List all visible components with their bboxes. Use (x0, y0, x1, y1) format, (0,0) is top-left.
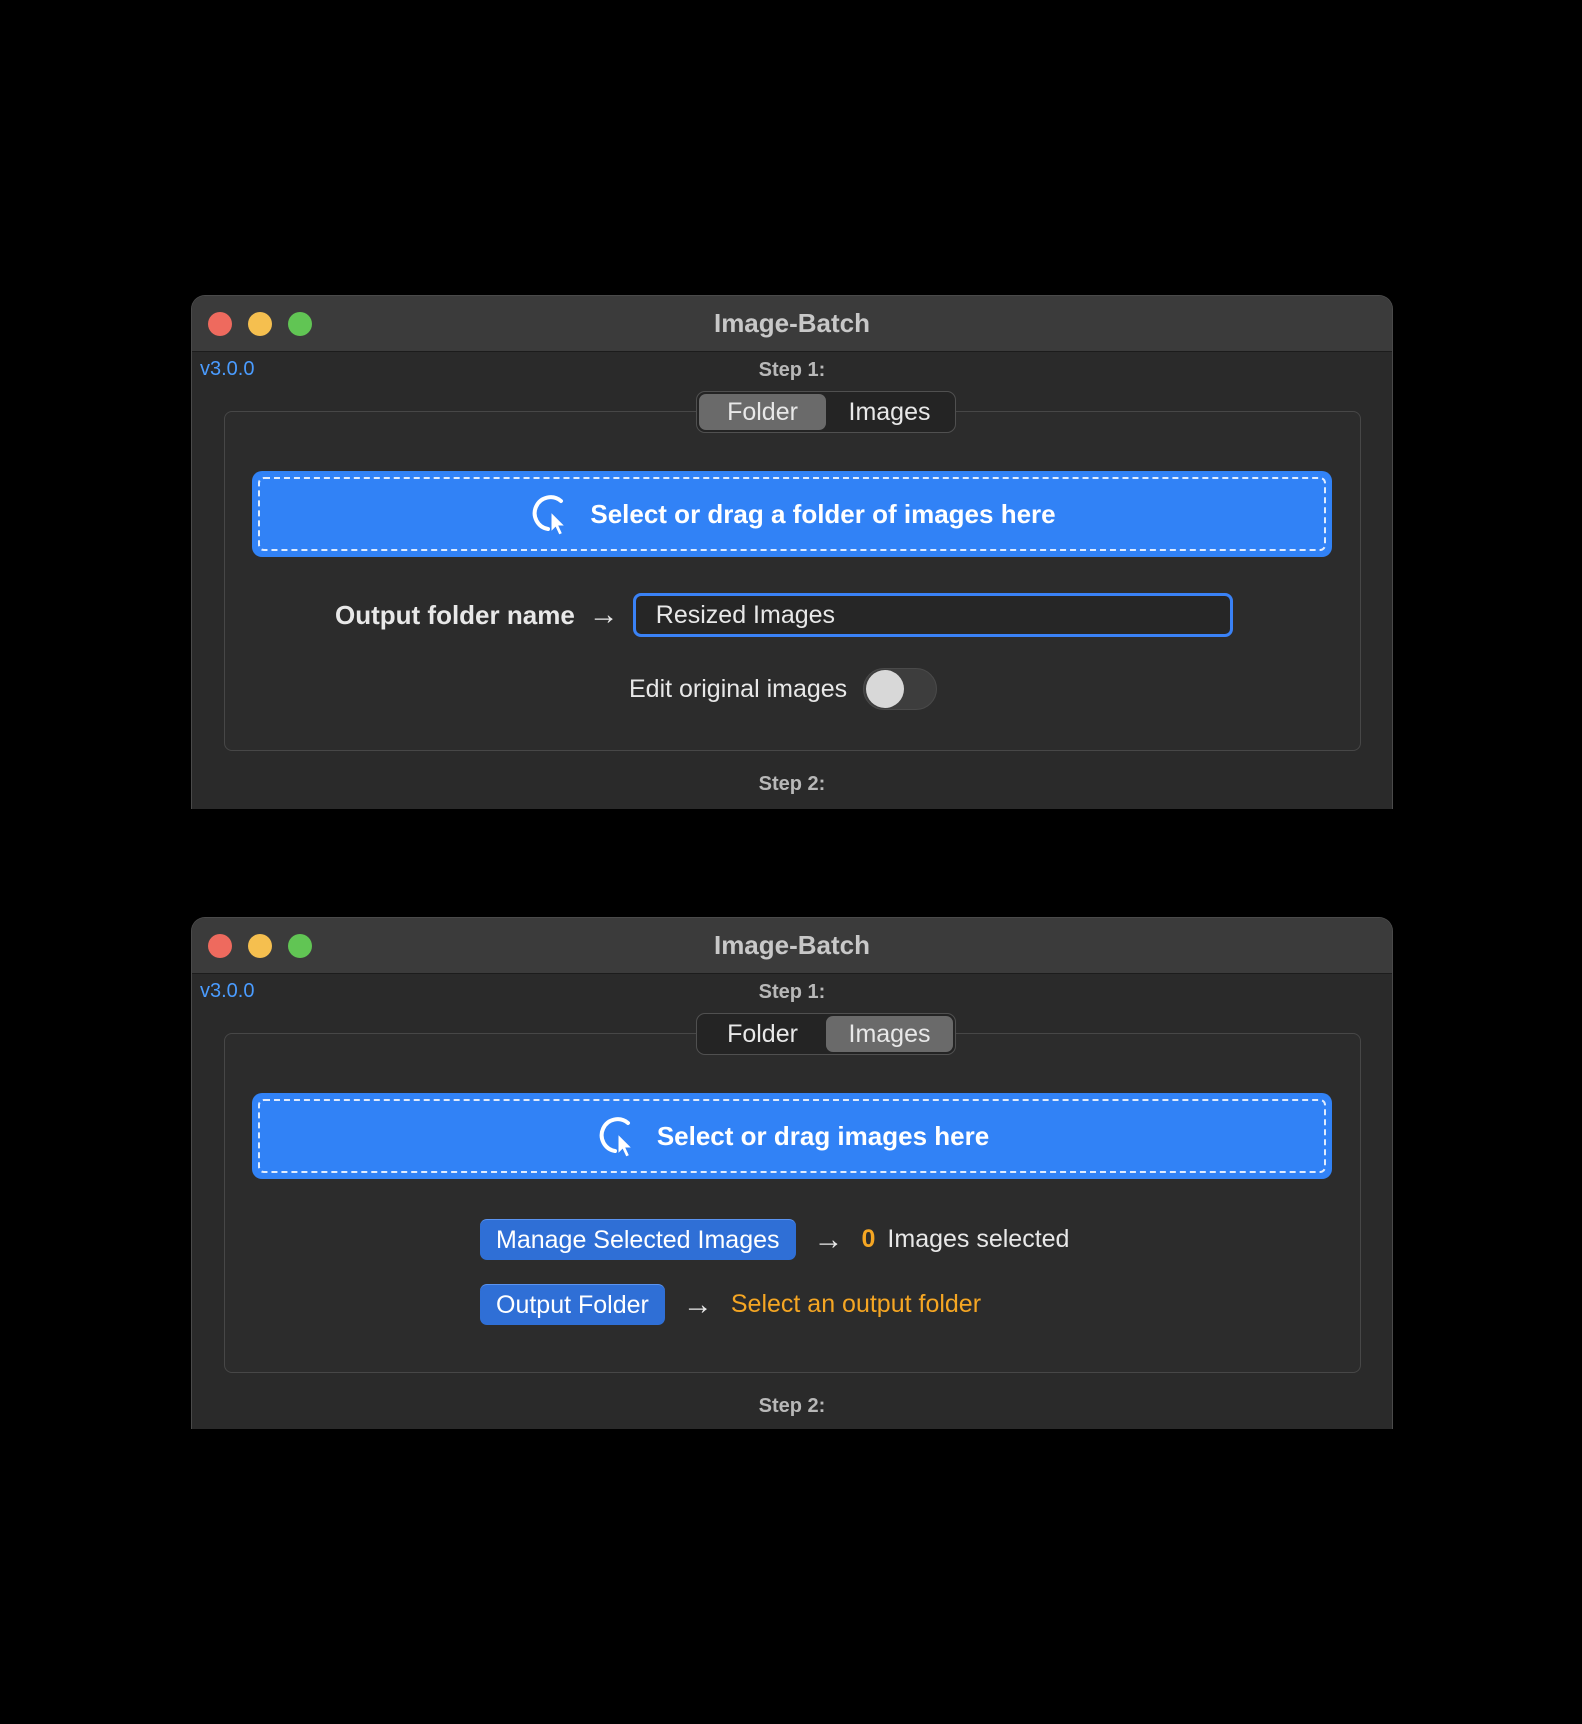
title-bar[interactable]: Image-Batch (192, 296, 1392, 352)
edit-original-row: Edit original images (629, 668, 938, 710)
click-cursor-icon (599, 1117, 634, 1158)
zoom-window-button[interactable] (288, 934, 312, 958)
window-title: Image-Batch (713, 308, 871, 338)
drop-zone-label: Select or drag images here (656, 1120, 990, 1151)
window-controls (208, 312, 312, 336)
window-content: v3.0.0 Step 1: Folder Images Select or d… (192, 352, 1392, 808)
title-bar[interactable]: Image-Batch (192, 918, 1392, 974)
step-1-group: Folder Images Select or drag a folder of… (224, 391, 1361, 751)
images-selected-label: Images selected (887, 1225, 1070, 1253)
edit-original-toggle[interactable] (863, 668, 938, 710)
arrow-right-icon: → (813, 1222, 844, 1256)
arrow-right-icon: → (588, 598, 619, 631)
minimize-window-button[interactable] (248, 934, 272, 958)
click-cursor-icon (533, 495, 567, 536)
edit-original-label: Edit original images (629, 674, 848, 703)
toggle-knob (866, 670, 905, 708)
step-2-label: Step 2: (758, 773, 826, 795)
tab-folder[interactable]: Folder (699, 394, 826, 430)
step-1-label: Step 1: (758, 359, 826, 381)
close-window-button[interactable] (208, 312, 232, 336)
output-folder-row: Output Folder → Select an output folder (480, 1284, 981, 1325)
drop-zone-label: Select or drag a folder of images here (590, 498, 1056, 529)
window-content: v3.0.0 Step 1: Folder Images Select or d… (192, 974, 1392, 1429)
zoom-window-button[interactable] (288, 312, 312, 336)
app-window-images-mode: Image-Batch v3.0.0 Step 1: Folder Images… (191, 917, 1393, 1429)
step-1-group: Folder Images Select or drag images here… (224, 1013, 1361, 1373)
step-2-label: Step 2: (758, 1395, 826, 1417)
images-drop-zone[interactable]: Select or drag images here (252, 1093, 1332, 1179)
output-folder-row: Output folder name → (335, 593, 1233, 637)
selected-images-count: 0 (861, 1225, 876, 1253)
source-mode-segmented-control: Folder Images (696, 391, 956, 433)
minimize-window-button[interactable] (248, 312, 272, 336)
output-folder-name-input[interactable] (632, 593, 1233, 637)
manage-images-row: Manage Selected Images → 0 Images select… (480, 1219, 1069, 1260)
output-folder-status: Select an output folder (730, 1290, 982, 1318)
tab-folder[interactable]: Folder (699, 1016, 826, 1052)
folder-drop-zone[interactable]: Select or drag a folder of images here (252, 471, 1332, 557)
window-title: Image-Batch (713, 930, 871, 960)
window-controls (208, 934, 312, 958)
tab-images[interactable]: Images (826, 1016, 953, 1052)
arrow-right-icon: → (682, 1287, 713, 1321)
app-window-folder-mode: Image-Batch v3.0.0 Step 1: Folder Images… (191, 295, 1393, 809)
step-1-label: Step 1: (758, 981, 826, 1003)
source-mode-segmented-control: Folder Images (696, 1013, 956, 1055)
close-window-button[interactable] (208, 934, 232, 958)
manage-selected-images-button[interactable]: Manage Selected Images (480, 1219, 796, 1260)
tab-images[interactable]: Images (826, 394, 953, 430)
output-folder-name-label: Output folder name (335, 599, 575, 630)
output-folder-button[interactable]: Output Folder (480, 1284, 665, 1325)
